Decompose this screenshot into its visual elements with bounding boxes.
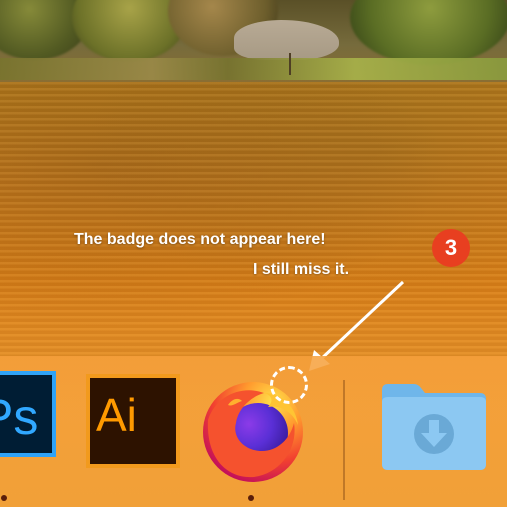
wallpaper-shore	[0, 58, 507, 80]
wallpaper-sandbank	[234, 20, 339, 60]
desktop-scene: The badge does not appear here! I still …	[0, 0, 507, 507]
wallpaper-landscape	[0, 0, 507, 82]
wallpaper-stick	[289, 53, 291, 75]
firefox-running-indicator	[248, 495, 254, 501]
download-folder-icon[interactable]	[378, 380, 490, 472]
annotation-line-1: The badge does not appear here!	[74, 231, 326, 248]
step-number-badge: 3	[432, 229, 470, 267]
dock-separator	[343, 380, 345, 500]
illustrator-icon-label: Ai	[96, 389, 137, 441]
photoshop-icon-label: Ps	[0, 389, 39, 445]
missing-badge-marker	[270, 366, 308, 404]
wallpaper-tree	[350, 0, 507, 65]
annotation-line-2: I still miss it.	[253, 261, 350, 278]
wallpaper-water	[0, 82, 507, 357]
photoshop-running-indicator	[1, 495, 7, 501]
